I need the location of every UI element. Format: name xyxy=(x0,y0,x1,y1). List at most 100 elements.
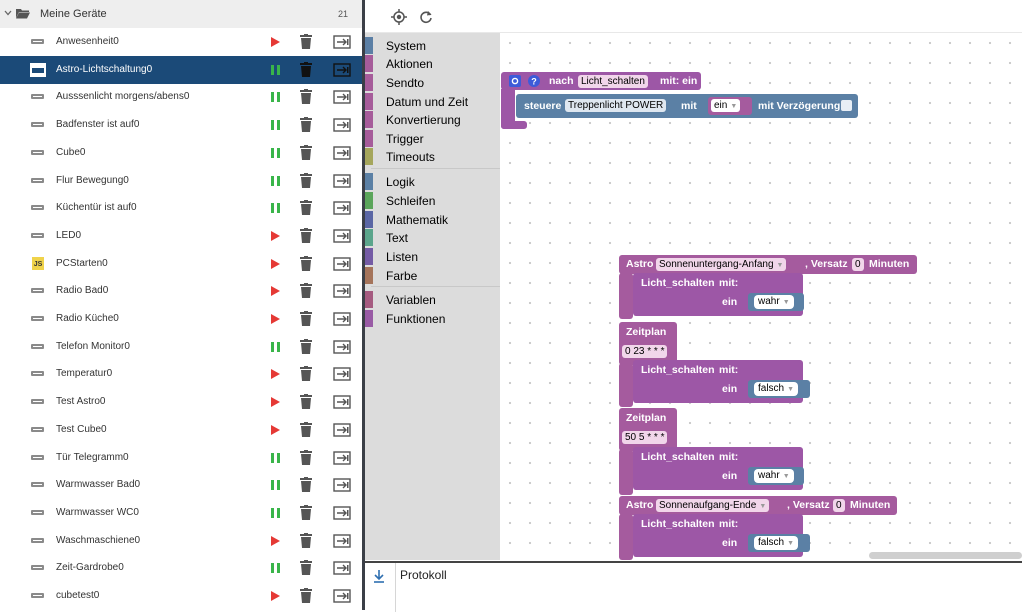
script-list-item[interactable]: LED0 xyxy=(0,222,362,250)
export-icon[interactable] xyxy=(333,256,351,271)
trash-icon[interactable] xyxy=(300,338,312,354)
function-call-block[interactable]: Licht_schalten mit: ein wahr ▼ xyxy=(633,273,804,316)
export-icon[interactable] xyxy=(333,339,351,354)
help-icon[interactable]: ? xyxy=(528,75,540,87)
blockly-workspace[interactable]: ? nach Licht_schalten mit: ein steuere T… xyxy=(500,33,1022,560)
function-definition-block[interactable]: ? nach Licht_schalten mit: ein xyxy=(501,72,701,90)
trash-icon[interactable] xyxy=(300,144,312,160)
trash-icon[interactable] xyxy=(300,394,312,410)
export-icon[interactable] xyxy=(333,533,351,548)
bool-dropdown[interactable]: wahr ▼ xyxy=(754,295,794,309)
workspace-horizontal-scrollbar[interactable] xyxy=(869,552,1022,559)
bool-dropdown[interactable]: falsch ▼ xyxy=(754,536,799,550)
toolbox-category-variablen[interactable]: Variablen xyxy=(365,291,500,309)
play-icon[interactable] xyxy=(270,396,281,408)
export-icon[interactable] xyxy=(333,35,351,49)
trash-icon[interactable] xyxy=(300,366,312,382)
export-icon[interactable] xyxy=(333,90,351,105)
function-call-block[interactable]: Licht_schalten mit: ein wahr ▼ xyxy=(633,447,804,490)
pause-icon[interactable] xyxy=(270,452,281,464)
script-list-item[interactable]: Anwesenheit0 xyxy=(0,28,362,56)
play-icon[interactable] xyxy=(270,313,281,325)
export-icon[interactable] xyxy=(333,146,351,160)
trash-icon[interactable] xyxy=(300,200,312,216)
steuere-target-field[interactable]: Treppenlicht POWER xyxy=(565,99,667,112)
script-list-item[interactable]: Telefon Monitor0 xyxy=(0,333,362,361)
script-list-item[interactable]: Cube0 xyxy=(0,139,362,167)
export-icon[interactable] xyxy=(333,284,351,298)
script-list-item[interactable]: Tür Telegramm0 xyxy=(0,444,362,472)
export-icon[interactable] xyxy=(333,478,351,492)
script-list-item[interactable]: Zeit-Gardrobe0 xyxy=(0,554,362,582)
ein-dropdown[interactable]: ein ▼ xyxy=(711,99,741,112)
cron-field[interactable]: 50 5 * * * xyxy=(622,431,668,444)
toolbox-category-text[interactable]: Text xyxy=(365,229,500,247)
bool-dropdown[interactable]: falsch ▼ xyxy=(754,382,799,396)
zeitplan-block[interactable]: Zeitplan 0 23 * * * xyxy=(619,322,677,365)
versatz-offset-field[interactable]: 0 xyxy=(852,258,864,271)
export-icon[interactable] xyxy=(333,312,351,326)
export-icon[interactable] xyxy=(333,201,351,215)
toolbox-category-sendto[interactable]: Sendto xyxy=(365,74,500,92)
play-icon[interactable] xyxy=(270,36,281,48)
steuere-block[interactable]: steuere Treppenlicht POWER mit ein ▼ mit … xyxy=(516,94,858,118)
toolbox-category-system[interactable]: System xyxy=(365,37,500,55)
zeitplan-block[interactable]: Zeitplan 50 5 * * * xyxy=(619,408,677,451)
script-list-item[interactable]: cubetest0 xyxy=(0,582,362,610)
pause-icon[interactable] xyxy=(270,202,281,214)
toolbox-category-datum-und-zeit[interactable]: Datum und Zeit xyxy=(365,93,500,111)
trash-icon[interactable] xyxy=(300,117,312,133)
script-list-item[interactable]: Temperatur0 xyxy=(0,360,362,388)
bool-dropdown[interactable]: wahr ▼ xyxy=(754,469,794,483)
bool-value-block[interactable]: falsch ▼ xyxy=(748,534,810,552)
trash-icon[interactable] xyxy=(300,89,312,105)
export-icon[interactable] xyxy=(333,118,351,132)
pause-icon[interactable] xyxy=(270,507,281,519)
export-icon[interactable] xyxy=(333,367,351,382)
play-icon[interactable] xyxy=(270,590,281,602)
export-icon[interactable] xyxy=(333,506,351,520)
bool-value-block[interactable]: falsch ▼ xyxy=(748,380,810,398)
trash-icon[interactable] xyxy=(300,504,312,520)
function-call-block[interactable]: Licht_schalten mit: ein falsch ▼ xyxy=(633,360,810,403)
toolbox-category-timeouts[interactable]: Timeouts xyxy=(365,148,500,166)
toolbox-category-logik[interactable]: Logik xyxy=(365,173,500,191)
script-list-item[interactable]: Waschmaschiene0 xyxy=(0,527,362,555)
function-call-block[interactable]: Licht_schalten mit: ein falsch ▼ xyxy=(633,514,810,557)
trash-icon[interactable] xyxy=(300,449,312,465)
astro-trigger-block[interactable]: Astro Sonnenuntergang-Anfang ▼ , Versatz … xyxy=(619,255,917,274)
pause-icon[interactable] xyxy=(270,479,281,491)
script-list-item[interactable]: Ausssenlicht morgens/abens0 xyxy=(0,83,362,111)
play-icon[interactable] xyxy=(270,285,281,297)
play-icon[interactable] xyxy=(270,230,281,242)
trash-icon[interactable] xyxy=(300,255,312,271)
trash-icon[interactable] xyxy=(300,560,312,576)
group-header-meine-geraete[interactable]: Meine Geräte 21 xyxy=(0,0,362,28)
gear-icon[interactable] xyxy=(509,75,521,87)
toolbox-category-aktionen[interactable]: Aktionen xyxy=(365,55,500,73)
script-list-item[interactable]: Astro-Lichtschaltung0 xyxy=(0,55,362,84)
astro-event-dropdown[interactable]: Sonnenaufgang-Ende ▼ xyxy=(656,499,770,512)
export-icon[interactable] xyxy=(333,395,351,409)
toolbox-category-funktionen[interactable]: Funktionen xyxy=(365,310,500,328)
export-icon[interactable] xyxy=(333,561,351,575)
script-list-item[interactable]: Küchentür ist auf0 xyxy=(0,194,362,222)
script-list-item[interactable]: Radio Bad0 xyxy=(0,277,362,305)
trash-icon[interactable] xyxy=(300,588,312,603)
trash-icon[interactable] xyxy=(300,421,312,437)
play-icon[interactable] xyxy=(270,258,281,270)
script-list-item[interactable]: Badfenster ist auf0 xyxy=(0,111,362,139)
trash-icon[interactable] xyxy=(300,477,312,493)
script-list-item[interactable]: JS PCStarten0 xyxy=(0,250,362,278)
chevron-down-icon[interactable] xyxy=(3,8,13,18)
export-icon[interactable] xyxy=(333,229,351,243)
script-list-item[interactable]: Warmwasser Bad0 xyxy=(0,471,362,499)
delay-checkbox[interactable] xyxy=(841,100,852,111)
refresh-icon[interactable] xyxy=(419,10,433,24)
script-list-item[interactable]: Warmwasser WC0 xyxy=(0,499,362,527)
script-list-item[interactable]: Test Astro0 xyxy=(0,388,362,416)
play-icon[interactable] xyxy=(270,535,281,547)
pause-icon[interactable] xyxy=(270,64,281,76)
versatz-offset-field[interactable]: 0 xyxy=(833,499,845,512)
bool-value-block[interactable]: wahr ▼ xyxy=(748,293,804,311)
